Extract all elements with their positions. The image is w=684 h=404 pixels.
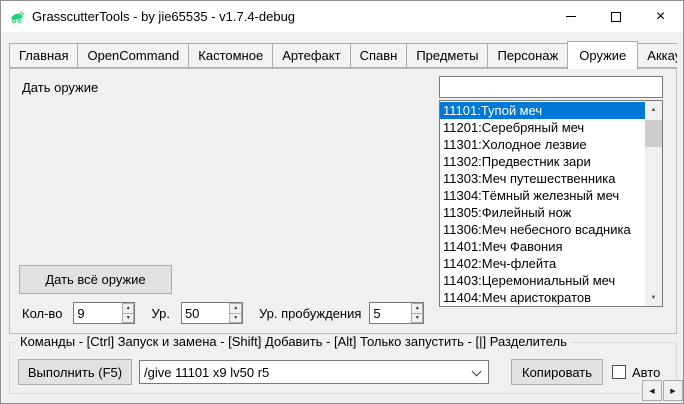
- commands-groupbox: Команды - [Ctrl] Запуск и замена - [Shif…: [9, 342, 677, 394]
- down-arrow-icon: ▼: [651, 295, 657, 301]
- give-all-weapons-button[interactable]: Дать всё оружие: [19, 265, 172, 294]
- app-window: GrasscutterTools - by jie65535 - v1.7.4-…: [0, 0, 684, 404]
- app-logo-icon: [9, 9, 25, 25]
- weapon-tab-page: Дать оружие 11101:Тупой меч 11201:Серебр…: [9, 68, 677, 334]
- quantity-stepper: ▲ ▼: [73, 302, 135, 324]
- tab-label: OpenCommand: [87, 48, 179, 63]
- tab-label: Спавн: [360, 48, 398, 63]
- list-item[interactable]: 11401:Меч Фавония: [440, 238, 645, 255]
- tab[interactable]: Оружие: [567, 41, 638, 69]
- refinement-down-button[interactable]: ▼: [411, 313, 423, 324]
- up-arrow-icon: ▲: [415, 305, 420, 311]
- scrollbar-down-button[interactable]: ▼: [645, 289, 662, 306]
- scrollbar-thumb[interactable]: [645, 120, 662, 147]
- tab-label: Главная: [19, 48, 68, 63]
- down-arrow-icon: ▼: [126, 315, 131, 321]
- minimize-button[interactable]: [548, 1, 593, 32]
- list-scrollbar[interactable]: ▲ ▼: [645, 101, 662, 306]
- minimize-icon: [566, 16, 576, 17]
- up-arrow-icon: ▲: [233, 305, 238, 311]
- tab[interactable]: OpenCommand: [77, 43, 189, 68]
- tab-label: Оружие: [579, 48, 626, 63]
- list-item[interactable]: 11201:Серебряный меч: [440, 119, 645, 136]
- close-icon: ×: [656, 9, 665, 25]
- refinement-label: Ур. пробуждения: [259, 306, 361, 321]
- maximize-icon: [611, 12, 621, 22]
- scrollbar-track[interactable]: [645, 118, 662, 289]
- tab[interactable]: Спавн: [350, 43, 408, 68]
- title-bar: GrasscutterTools - by jie65535 - v1.7.4-…: [1, 1, 683, 32]
- maximize-button[interactable]: [593, 1, 638, 32]
- tab[interactable]: Артефакт: [272, 43, 350, 68]
- level-down-button[interactable]: ▼: [229, 313, 242, 324]
- list-item[interactable]: 11101:Тупой меч: [440, 102, 645, 119]
- auto-checkbox[interactable]: [612, 365, 626, 379]
- execute-button[interactable]: Выполнить (F5): [18, 359, 132, 385]
- refinement-input[interactable]: [370, 303, 411, 323]
- commands-group-title: Команды - [Ctrl] Запуск и замена - [Shif…: [16, 334, 571, 349]
- list-item[interactable]: 11304:Тёмный железный меч: [440, 187, 645, 204]
- tab-scroll-buttons: ◀ ▶: [642, 380, 683, 401]
- scrollbar-up-button[interactable]: ▲: [645, 101, 662, 118]
- quantity-input[interactable]: [74, 303, 122, 323]
- weapon-params-row: Кол-во ▲ ▼ Ур. ▲ ▼ Ур. пробуждения: [22, 302, 424, 324]
- list-item[interactable]: 11402:Меч-флейта: [440, 255, 645, 272]
- tab[interactable]: Главная: [9, 43, 78, 68]
- auto-checkbox-label: Авто: [632, 365, 660, 380]
- quantity-label: Кол-во: [22, 306, 62, 321]
- tab-label: Кастомное: [198, 48, 263, 63]
- tab[interactable]: Аккаунт: [637, 43, 677, 68]
- down-arrow-icon: ▼: [233, 315, 238, 321]
- weapon-list[interactable]: 11101:Тупой меч 11201:Серебряный меч 113…: [440, 101, 645, 306]
- list-item[interactable]: 11301:Холодное лезвие: [440, 136, 645, 153]
- tab[interactable]: Кастомное: [188, 43, 273, 68]
- tab-label: Артефакт: [282, 48, 340, 63]
- command-combobox: [139, 360, 489, 384]
- tab-label: Аккаунт: [647, 48, 677, 63]
- list-item[interactable]: 11306:Меч небесного всадника: [440, 221, 645, 238]
- level-input[interactable]: [182, 303, 230, 323]
- give-weapon-label: Дать оружие: [22, 80, 98, 95]
- tab[interactable]: Персонаж: [487, 43, 568, 68]
- window-title: GrasscutterTools - by jie65535 - v1.7.4-…: [32, 9, 295, 24]
- down-arrow-icon: ▼: [415, 315, 420, 321]
- up-arrow-icon: ▲: [651, 107, 657, 113]
- weapon-search-input[interactable]: [439, 76, 663, 98]
- tab-bar: Главная OpenCommand Кастомное Артефакт С…: [9, 41, 677, 69]
- tab-scroll-right-button[interactable]: ▶: [663, 380, 683, 401]
- tab-label: Персонаж: [497, 48, 558, 63]
- list-item[interactable]: 11305:Филейный нож: [440, 204, 645, 221]
- close-button[interactable]: ×: [638, 1, 683, 32]
- refinement-stepper: ▲ ▼: [369, 302, 424, 324]
- tab[interactable]: Предметы: [406, 43, 488, 68]
- list-item[interactable]: 11403:Церемониальный меч: [440, 272, 645, 289]
- level-stepper: ▲ ▼: [181, 302, 243, 324]
- list-item[interactable]: 11302:Предвестник зари: [440, 153, 645, 170]
- quantity-down-button[interactable]: ▼: [122, 313, 135, 324]
- tab-scroll-left-button[interactable]: ◀: [642, 380, 662, 401]
- command-input[interactable]: [140, 361, 488, 383]
- level-label: Ур.: [151, 306, 170, 321]
- left-arrow-icon: ◀: [649, 387, 654, 395]
- caption-buttons: ×: [548, 1, 683, 32]
- copy-button[interactable]: Копировать: [511, 359, 603, 385]
- tab-label: Предметы: [416, 48, 478, 63]
- right-arrow-icon: ▶: [670, 387, 675, 395]
- weapon-listbox: 11101:Тупой меч 11201:Серебряный меч 113…: [439, 100, 663, 307]
- list-item[interactable]: 11404:Меч аристократов: [440, 289, 645, 306]
- command-row: Выполнить (F5) Копировать Авто: [18, 359, 668, 385]
- up-arrow-icon: ▲: [126, 305, 131, 311]
- list-item[interactable]: 11303:Меч путешественника: [440, 170, 645, 187]
